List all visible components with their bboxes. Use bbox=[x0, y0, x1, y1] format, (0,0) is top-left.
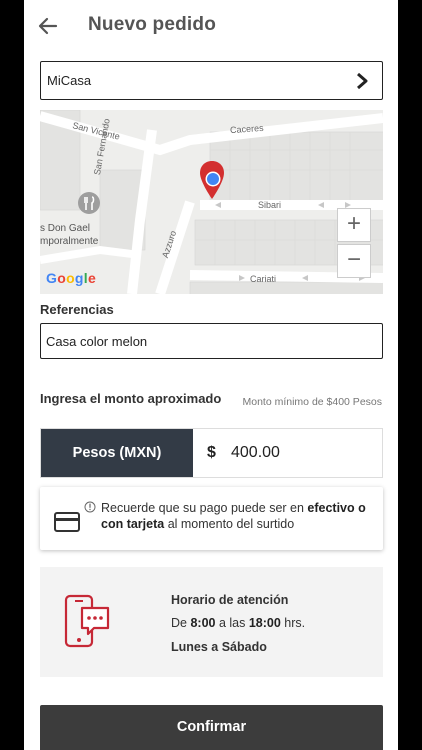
address-selector[interactable]: MiCasa bbox=[40, 61, 383, 100]
poi-note: mporalmente bbox=[40, 236, 99, 247]
minimum-amount-note: Monto mínimo de $400 Pesos bbox=[242, 396, 383, 408]
app-bar: Nuevo pedido bbox=[24, 0, 398, 52]
hours-middle: a las bbox=[215, 616, 249, 630]
info-icon bbox=[84, 501, 96, 513]
notice-text-part: al momento del surtido bbox=[164, 517, 295, 531]
hours-days: Lunes a Sábado bbox=[171, 640, 267, 654]
hours-start: 8:00 bbox=[190, 616, 216, 630]
references-label: Referencias bbox=[40, 302, 114, 317]
amount-input[interactable]: 400.00 bbox=[231, 444, 280, 462]
credit-card-icon bbox=[54, 512, 80, 532]
notice-text-part: Recuerde que su pago puede ser en bbox=[101, 501, 308, 515]
screen: Nuevo pedido MiCasa San Vicente Caceres … bbox=[24, 0, 398, 750]
phone-chat-icon bbox=[64, 594, 110, 648]
hours-suffix: hrs. bbox=[280, 616, 306, 630]
hours-title: Horario de atención bbox=[171, 593, 289, 607]
confirm-button[interactable]: Confirmar bbox=[40, 705, 383, 750]
poi-label: s Don Gael mporalmente bbox=[40, 222, 98, 248]
amount-row: Pesos (MXN) $ 400.00 bbox=[40, 428, 383, 478]
zoom-out-button[interactable]: − bbox=[337, 244, 371, 278]
poi-name: s Don Gael bbox=[40, 223, 91, 234]
payment-notice: Recuerde que su pago puede ser en efecti… bbox=[40, 487, 383, 550]
business-hours-card: Horario de atención De 8:00 a las 18:00 … bbox=[40, 567, 383, 677]
address-value: MiCasa bbox=[47, 73, 92, 88]
google-logo: Google bbox=[46, 270, 97, 286]
payment-notice-text: Recuerde que su pago puede ser en efecti… bbox=[101, 500, 369, 532]
hours-time: De 8:00 a las 18:00 hrs. bbox=[171, 616, 305, 630]
chevron-right-icon bbox=[357, 72, 368, 90]
amount-label: Ingresa el monto aproximado bbox=[40, 391, 222, 406]
references-input[interactable]: Casa color melon bbox=[40, 323, 383, 359]
location-pin-icon[interactable] bbox=[199, 160, 225, 200]
hours-prefix: De bbox=[171, 616, 191, 630]
zoom-in-button[interactable]: + bbox=[337, 208, 371, 242]
hours-end: 18:00 bbox=[248, 616, 281, 630]
arrow-left-icon[interactable] bbox=[34, 12, 62, 40]
map-view[interactable]: San Vicente Caceres San Fernando Sibari … bbox=[40, 110, 383, 294]
place-marker-icon bbox=[78, 192, 100, 214]
page-title: Nuevo pedido bbox=[88, 14, 217, 35]
currency-symbol: $ bbox=[207, 444, 216, 461]
currency-selector[interactable]: Pesos (MXN) bbox=[41, 429, 193, 477]
street-label: Cariati bbox=[250, 274, 277, 284]
street-label: Sibari bbox=[258, 200, 282, 210]
